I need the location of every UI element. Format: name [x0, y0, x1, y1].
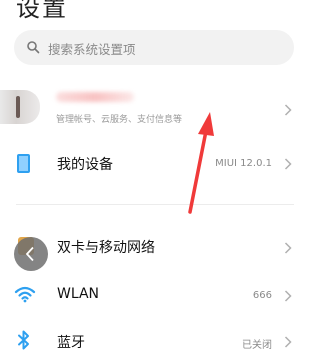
chevron-right-icon: [284, 104, 292, 116]
chevron-right-icon: [284, 158, 292, 170]
search-input[interactable]: 搜索系统设置项: [14, 30, 294, 65]
page-title: 设置: [16, 0, 68, 22]
chevron-right-icon: [284, 242, 292, 254]
divider: [16, 204, 294, 205]
chevron-left-icon: [25, 246, 34, 262]
back-button[interactable]: [14, 237, 48, 271]
settings-item-value: 已关闭: [242, 340, 272, 351]
avatar: [0, 90, 40, 124]
settings-item-value: 666: [252, 290, 272, 301]
settings-item-my-device[interactable]: 我的设备 MIUI 12.0.1: [0, 148, 302, 180]
settings-item-wlan[interactable]: WLAN 666: [0, 282, 302, 312]
settings-item-label: 双卡与移动网络: [57, 240, 155, 256]
settings-item-label: 蓝牙: [57, 335, 85, 351]
bluetooth-icon: [18, 330, 29, 350]
settings-item-bluetooth[interactable]: 蓝牙 已关闭: [0, 328, 302, 352]
search-icon: [27, 41, 40, 54]
settings-item-label: WLAN: [57, 286, 100, 302]
phone-device-icon: [17, 154, 30, 173]
account-name-redacted: [56, 92, 134, 102]
settings-item-label: 我的设备: [57, 157, 113, 173]
chevron-right-icon: [284, 290, 292, 302]
account-subtitle: 管理帐号、云服务、支付信息等: [56, 115, 183, 125]
search-placeholder: 搜索系统设置项: [48, 42, 136, 57]
wifi-icon: [14, 286, 36, 303]
settings-item-value: MIUI 12.0.1: [215, 158, 272, 169]
chevron-right-icon: [284, 336, 292, 348]
account-row[interactable]: 管理帐号、云服务、支付信息等: [0, 86, 302, 136]
